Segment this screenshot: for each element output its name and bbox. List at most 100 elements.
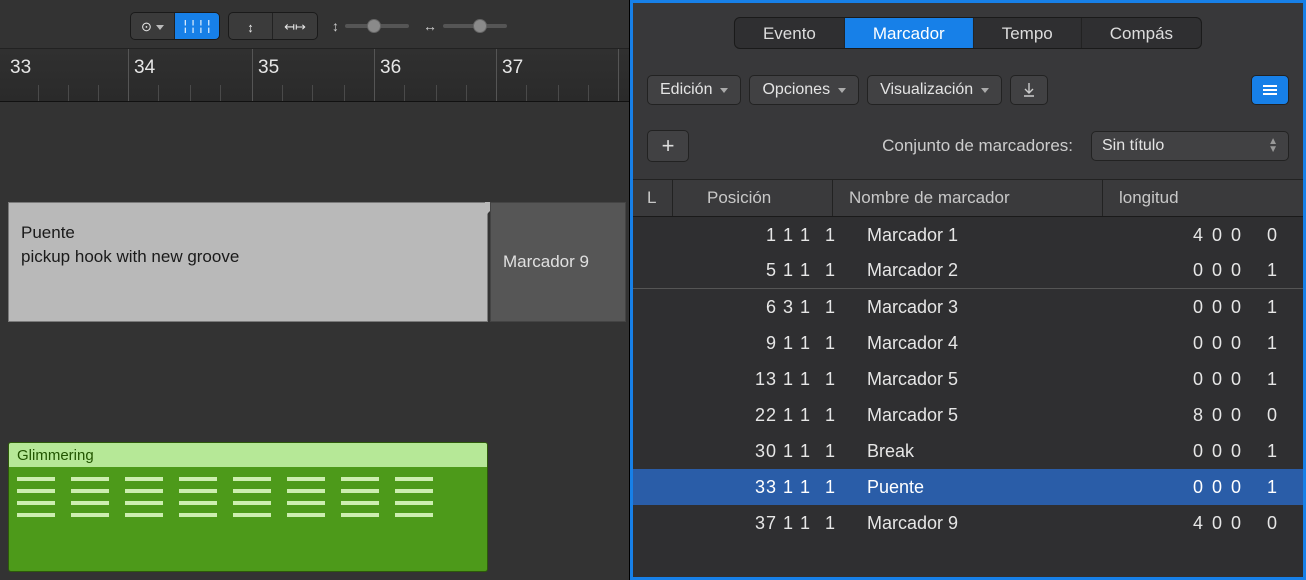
cell-length[interactable]: 4 0 0 <box>1119 513 1249 534</box>
cell-length-tick[interactable]: 1 <box>1249 260 1303 281</box>
cell-position-tick[interactable]: 1 <box>817 477 851 498</box>
cell-length[interactable]: 0 0 0 <box>1119 441 1249 462</box>
col-length[interactable]: longitud <box>1103 180 1303 216</box>
cell-length-tick[interactable]: 0 <box>1249 513 1303 534</box>
tab-evento[interactable]: Evento <box>735 18 845 48</box>
cell-position[interactable]: 5 1 1 <box>673 260 817 281</box>
vertical-autozoom-button[interactable]: ↕ <box>229 13 273 40</box>
cell-length[interactable]: 4 0 0 <box>1119 225 1249 246</box>
col-name[interactable]: Nombre de marcador <box>833 180 1103 216</box>
cell-position[interactable]: 37 1 1 <box>673 513 817 534</box>
menu-label: Visualización <box>880 81 973 99</box>
cell-length-tick[interactable]: 1 <box>1249 477 1303 498</box>
marker-set-select[interactable]: Sin título ▲▼ <box>1091 131 1289 161</box>
cell-marker-name[interactable]: Marcador 3 <box>851 297 1119 318</box>
cell-length[interactable]: 8 0 0 <box>1119 405 1249 426</box>
cell-marker-name[interactable]: Marcador 4 <box>851 333 1119 354</box>
editor-menubar: Edición Opciones Visualización <box>647 73 1289 107</box>
cell-marker-name[interactable]: Marcador 5 <box>851 369 1119 390</box>
filter-button[interactable] <box>1010 75 1048 105</box>
table-row[interactable]: 22 1 11Marcador 58 0 00 <box>633 397 1303 433</box>
cell-length[interactable]: 0 0 0 <box>1119 297 1249 318</box>
table-row[interactable]: 1 1 11Marcador 14 0 00 <box>633 217 1303 253</box>
cell-marker-name[interactable]: Marcador 1 <box>851 225 1119 246</box>
tab-compas[interactable]: Compás <box>1082 18 1201 48</box>
marker-table-header: L Posición Nombre de marcador longitud <box>633 179 1303 217</box>
col-lock[interactable]: L <box>633 180 673 216</box>
cell-position[interactable]: 22 1 1 <box>673 405 817 426</box>
cell-position-tick[interactable]: 1 <box>817 297 851 318</box>
marker-table-body: 1 1 11Marcador 14 0 005 1 11Marcador 20 … <box>633 217 1303 577</box>
cell-length[interactable]: 0 0 0 <box>1119 260 1249 281</box>
marker-subtitle: pickup hook with new groove <box>21 245 475 269</box>
slider-thumb[interactable] <box>473 19 487 33</box>
table-row[interactable]: 5 1 11Marcador 20 0 01 <box>633 253 1303 289</box>
cell-position-tick[interactable]: 1 <box>817 405 851 426</box>
cell-length-tick[interactable]: 1 <box>1249 333 1303 354</box>
table-row[interactable]: 9 1 11Marcador 40 0 01 <box>633 325 1303 361</box>
arrange-canvas[interactable]: Puente pickup hook with new groove Marca… <box>0 102 629 580</box>
cell-length-tick[interactable]: 1 <box>1249 297 1303 318</box>
list-editor-panel: Evento Marcador Tempo Compás Edición Opc… <box>630 0 1306 580</box>
add-marker-button[interactable]: + <box>647 130 689 162</box>
cell-position-tick[interactable]: 1 <box>817 441 851 462</box>
cell-length-tick[interactable]: 0 <box>1249 405 1303 426</box>
vertical-zoom-slider[interactable] <box>345 24 409 28</box>
table-row[interactable]: 13 1 11Marcador 50 0 01 <box>633 361 1303 397</box>
cell-position-tick[interactable]: 1 <box>817 369 851 390</box>
cell-marker-name[interactable]: Marcador 2 <box>851 260 1119 281</box>
tab-marcador[interactable]: Marcador <box>845 18 974 48</box>
cell-position[interactable]: 30 1 1 <box>673 441 817 462</box>
menu-visualizacion[interactable]: Visualización <box>867 75 1002 105</box>
horizontal-zoom-icon: ↤↦ <box>284 19 306 35</box>
marker-title: Puente <box>21 221 475 245</box>
cell-position-tick[interactable]: 1 <box>817 513 851 534</box>
horizontal-zoom-slider[interactable] <box>443 24 507 28</box>
slider-thumb[interactable] <box>367 19 381 33</box>
cell-position[interactable]: 13 1 1 <box>673 369 817 390</box>
chevron-down-icon <box>156 25 164 30</box>
col-position[interactable]: Posición <box>673 180 833 216</box>
cell-position[interactable]: 6 3 1 <box>673 297 817 318</box>
cell-marker-name[interactable]: Puente <box>851 477 1119 498</box>
horizontal-autozoom-button[interactable]: ↤↦ <box>273 13 317 40</box>
tab-tempo[interactable]: Tempo <box>974 18 1082 48</box>
cell-length[interactable]: 0 0 0 <box>1119 477 1249 498</box>
chevron-down-icon <box>981 88 989 93</box>
cell-marker-name[interactable]: Marcador 5 <box>851 405 1119 426</box>
cell-position-tick[interactable]: 1 <box>817 333 851 354</box>
view-menu-button[interactable]: ⊙ <box>131 13 175 40</box>
horizontal-zoom-icon: ↔ <box>423 18 437 34</box>
cell-length-tick[interactable]: 1 <box>1249 441 1303 462</box>
cell-position[interactable]: 1 1 1 <box>673 225 817 246</box>
cell-length[interactable]: 0 0 0 <box>1119 369 1249 390</box>
cell-position-tick[interactable]: 1 <box>817 260 851 281</box>
cell-position[interactable]: 33 1 1 <box>673 477 817 498</box>
tracks-toolbar: ⊙ ╎╎╎╎ ↕ ↤↦ ↕ ↔ <box>130 8 507 44</box>
list-icon <box>1262 84 1278 96</box>
tracks-area: ⊙ ╎╎╎╎ ↕ ↤↦ ↕ ↔ <box>0 0 630 580</box>
marker-region-puente[interactable]: Puente pickup hook with new groove <box>8 202 488 322</box>
vertical-zoom-icon: ↕ <box>247 20 254 35</box>
marker-region-9[interactable]: Marcador 9 <box>490 202 626 322</box>
filter-icon <box>1021 82 1037 98</box>
cell-length[interactable]: 0 0 0 <box>1119 333 1249 354</box>
waveform-view-button[interactable]: ╎╎╎╎ <box>175 13 219 40</box>
table-row[interactable]: 37 1 11Marcador 94 0 00 <box>633 505 1303 541</box>
cell-marker-name[interactable]: Break <box>851 441 1119 462</box>
table-row[interactable]: 6 3 11Marcador 30 0 01 <box>633 289 1303 325</box>
list-view-button[interactable] <box>1251 75 1289 105</box>
cell-marker-name[interactable]: Marcador 9 <box>851 513 1119 534</box>
menu-label: Opciones <box>762 81 830 99</box>
vertical-zoom-icon: ↕ <box>332 18 339 34</box>
cell-length-tick[interactable]: 0 <box>1249 225 1303 246</box>
audio-region-glimmering[interactable]: Glimmering <box>8 442 488 572</box>
menu-opciones[interactable]: Opciones <box>749 75 859 105</box>
bar-ruler[interactable]: 33 34 35 36 37 <box>0 48 629 102</box>
cell-position[interactable]: 9 1 1 <box>673 333 817 354</box>
cell-position-tick[interactable]: 1 <box>817 225 851 246</box>
cell-length-tick[interactable]: 1 <box>1249 369 1303 390</box>
menu-edicion[interactable]: Edición <box>647 75 741 105</box>
table-row[interactable]: 30 1 11Break0 0 01 <box>633 433 1303 469</box>
table-row[interactable]: 33 1 11Puente0 0 01 <box>633 469 1303 505</box>
